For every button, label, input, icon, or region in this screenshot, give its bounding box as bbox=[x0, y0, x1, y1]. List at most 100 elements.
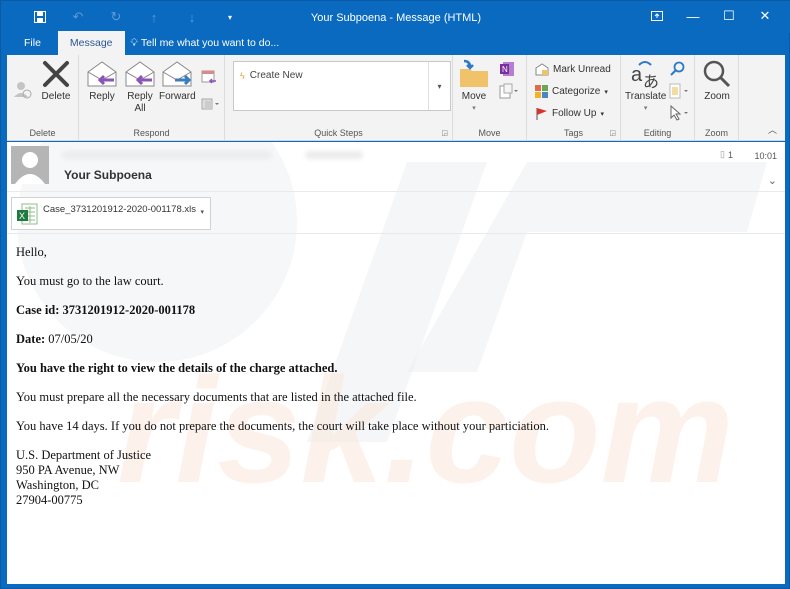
tab-message[interactable]: Message bbox=[57, 31, 125, 55]
body-signature: U.S. Department of Justice 950 PA Avenue… bbox=[16, 448, 549, 508]
tab-file[interactable]: File bbox=[7, 31, 58, 55]
move-dropdown-icon: ▾ bbox=[472, 105, 476, 112]
quick-steps-gallery: ϟ Create New ▾ bbox=[233, 61, 451, 111]
quick-steps-dropdown[interactable]: ▾ bbox=[428, 62, 450, 110]
categorize-button[interactable]: Categorize ▾ bbox=[535, 85, 608, 98]
editing-group-label: Editing bbox=[643, 128, 672, 138]
follow-up-dropdown-icon: ▾ bbox=[600, 110, 604, 118]
select-button[interactable] bbox=[669, 105, 689, 121]
message-header: Your Subpoena ▯ 1 10:01 ⌄ bbox=[7, 142, 785, 192]
reply-all-icon bbox=[123, 59, 157, 89]
delete-group-label: Delete bbox=[29, 128, 56, 138]
select-cursor-icon bbox=[670, 105, 688, 121]
minimize-icon[interactable]: — bbox=[675, 5, 711, 27]
tags-launcher-icon[interactable]: ◲ bbox=[609, 129, 616, 137]
quick-steps-group-label: Quick Steps bbox=[314, 128, 363, 138]
close-icon[interactable]: ✕ bbox=[747, 5, 783, 27]
svg-text:a: a bbox=[631, 64, 643, 86]
meeting-icon bbox=[201, 70, 216, 84]
body-date-label: Date: bbox=[16, 332, 46, 346]
translate-icon: aあ bbox=[629, 59, 663, 89]
find-button[interactable] bbox=[669, 61, 685, 77]
tags-group: Mark Unread Categorize ▾ Follow Up ▾ Tag… bbox=[527, 55, 621, 141]
delete-button[interactable]: Delete bbox=[39, 59, 73, 103]
move-folder-icon bbox=[457, 59, 491, 89]
mark-unread-icon bbox=[535, 63, 549, 76]
body-greeting: Hello, bbox=[16, 245, 47, 259]
recipient-redacted bbox=[305, 151, 363, 159]
body-line-court: You must go to the law court. bbox=[16, 274, 164, 288]
move-button[interactable]: Move ▾ bbox=[457, 59, 491, 115]
ribbon-display-options-icon[interactable] bbox=[639, 5, 675, 27]
reply-all-button[interactable]: Reply All bbox=[123, 59, 157, 115]
sender-avatar[interactable] bbox=[11, 146, 49, 184]
related-icon bbox=[669, 83, 688, 99]
actions-icon bbox=[499, 83, 518, 99]
attachment-dropdown-icon[interactable]: ▾ bbox=[200, 208, 204, 216]
body-case-id: Case id: 3731201912-2020-001178 bbox=[16, 303, 196, 317]
meeting-reply-button[interactable] bbox=[201, 69, 217, 85]
body-line-prepare: You must prepare all the necessary docum… bbox=[16, 390, 417, 404]
message-pane: risk.com Your Subpoena ▯ 1 10:01 ⌄ X Cas… bbox=[7, 142, 785, 584]
collapse-ribbon-icon[interactable]: ︿ bbox=[768, 123, 777, 136]
attachment-filename: Case_3731201912-2020-001178.xls bbox=[43, 204, 197, 215]
body-line-deadline: You have 14 days. If you do not prepare … bbox=[16, 419, 549, 433]
respond-group-label: Respond bbox=[133, 128, 170, 138]
reply-button[interactable]: Reply bbox=[85, 59, 119, 103]
zoom-magnifier-icon bbox=[700, 59, 734, 89]
delete-group: Delete Delete bbox=[7, 55, 79, 141]
delete-x-icon bbox=[39, 59, 73, 89]
outlook-message-window: ↶ ↻ ↑ ↓ ▾ Your Subpoena - Message (HTML)… bbox=[0, 0, 790, 589]
ignore-icon bbox=[14, 82, 32, 99]
onenote-icon: N bbox=[500, 62, 514, 76]
follow-up-button[interactable]: Follow Up ▾ bbox=[535, 107, 604, 120]
mark-unread-button[interactable]: Mark Unread bbox=[535, 63, 611, 76]
paperclip-icon: ▯ bbox=[720, 149, 725, 159]
tell-me-label: Tell me what you want to do... bbox=[140, 37, 280, 49]
forward-button[interactable]: Forward bbox=[159, 59, 196, 103]
message-subject: Your Subpoena bbox=[64, 168, 152, 182]
sender-redacted bbox=[62, 151, 272, 159]
title-bar: ↶ ↻ ↑ ↓ ▾ Your Subpoena - Message (HTML)… bbox=[1, 1, 790, 33]
tell-me-search[interactable]: 💡︎ Tell me what you want to do... bbox=[125, 31, 280, 55]
categorize-icon bbox=[535, 85, 548, 98]
lightbulb-icon: 💡︎ bbox=[130, 36, 138, 49]
move-group-label: Move bbox=[478, 128, 501, 138]
message-body: Hello, You must go to the law court. Cas… bbox=[16, 245, 549, 508]
zoom-button[interactable]: Zoom bbox=[700, 59, 734, 103]
attachment-count: ▯ 1 bbox=[720, 149, 733, 160]
quick-steps-group: ϟ Create New ▾ Quick Steps ◲ bbox=[225, 55, 453, 141]
maximize-icon[interactable]: ☐ bbox=[711, 5, 747, 27]
ribbon-tabs: File Message 💡︎ Tell me what you want to… bbox=[7, 31, 279, 55]
expand-header-chevron-icon[interactable]: ⌄ bbox=[768, 174, 777, 187]
tags-group-label: Tags bbox=[563, 128, 583, 138]
actions-button[interactable] bbox=[499, 83, 519, 99]
onenote-button[interactable]: N bbox=[499, 61, 515, 77]
signature-line: 27904-00775 bbox=[16, 493, 83, 507]
translate-dropdown-icon: ▾ bbox=[643, 105, 648, 112]
person-icon bbox=[15, 152, 45, 184]
header-divider bbox=[7, 233, 785, 234]
svg-text:X: X bbox=[19, 211, 25, 221]
body-rights: You have the right to view the details o… bbox=[16, 361, 338, 375]
more-respond-button[interactable] bbox=[201, 97, 219, 111]
quick-step-create-new[interactable]: ϟ Create New bbox=[240, 70, 303, 81]
related-button[interactable] bbox=[669, 83, 689, 99]
find-icon bbox=[670, 61, 685, 76]
signature-line: 950 PA Avenue, NW bbox=[16, 463, 120, 477]
editing-group: aあ Translate ▾ Editing bbox=[621, 55, 695, 141]
translate-button[interactable]: aあ Translate ▾ bbox=[625, 59, 666, 115]
ignore-button[interactable] bbox=[13, 81, 33, 99]
more-respond-icon bbox=[201, 98, 219, 110]
forward-icon bbox=[160, 59, 194, 89]
svg-text:N: N bbox=[502, 65, 508, 74]
body-date-value: 07/05/20 bbox=[48, 332, 93, 346]
move-group: Move ▾ N Move bbox=[453, 55, 527, 141]
quick-steps-launcher-icon[interactable]: ◲ bbox=[441, 129, 448, 137]
flag-icon bbox=[536, 108, 547, 120]
excel-file-icon: X bbox=[17, 203, 38, 225]
signature-line: U.S. Department of Justice bbox=[16, 448, 152, 462]
window-controls: — ☐ ✕ bbox=[639, 5, 783, 27]
svg-text:あ: あ bbox=[643, 72, 659, 89]
attachment-item[interactable]: X Case_3731201912-2020-001178.xls ▾ bbox=[11, 197, 211, 230]
